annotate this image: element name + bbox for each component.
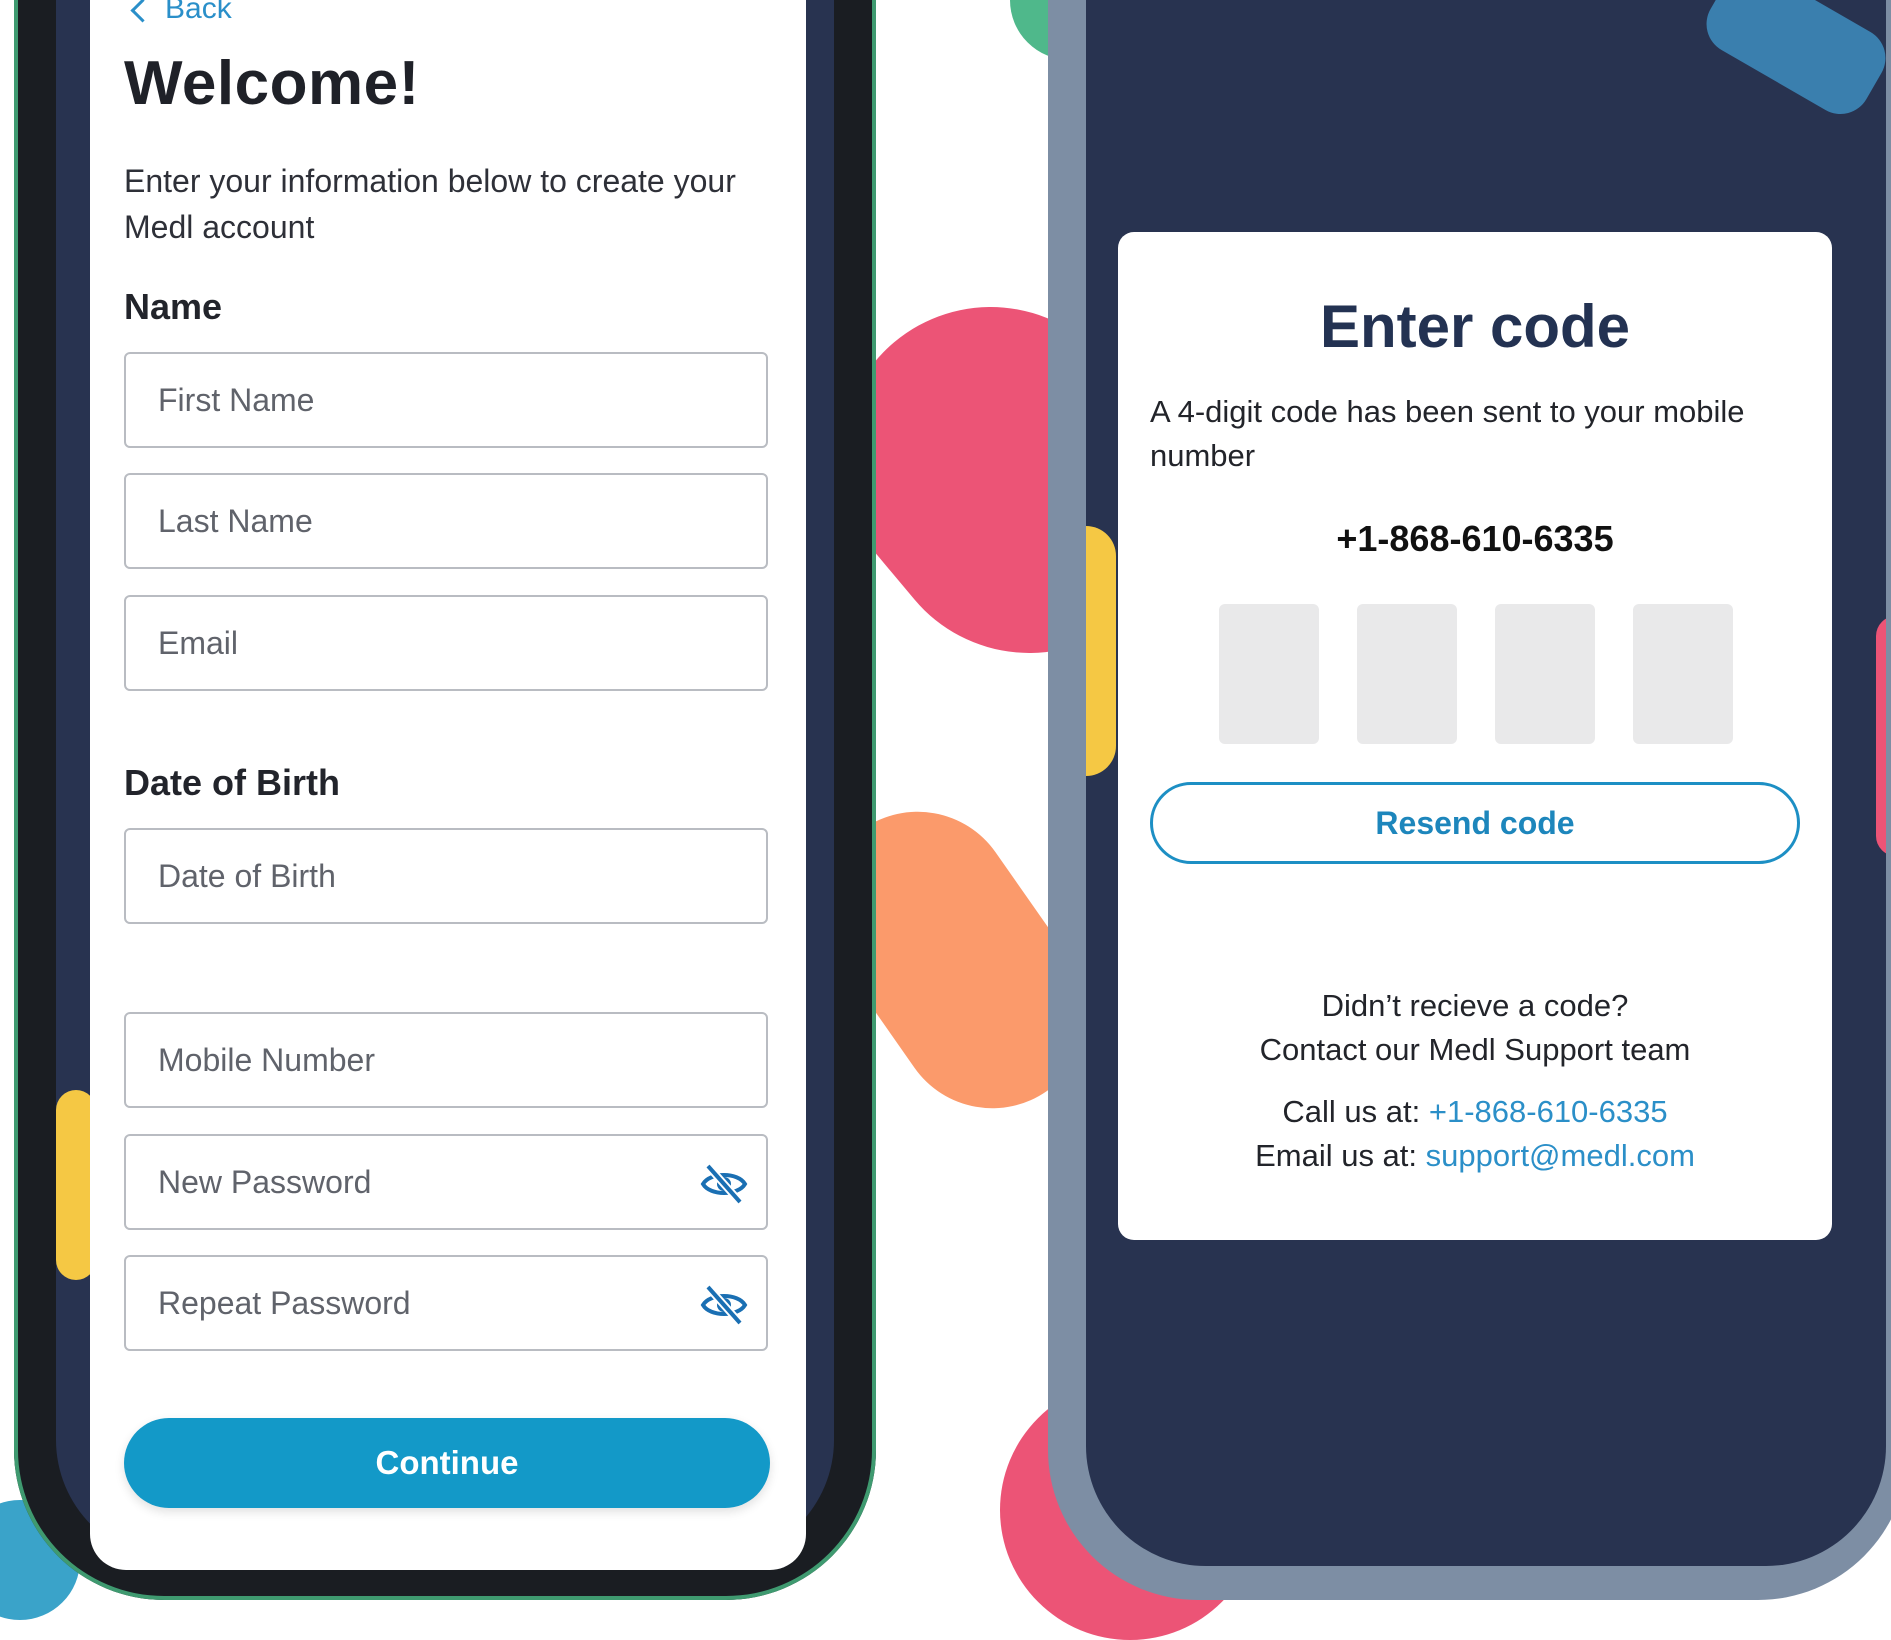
repeat-password-placeholder: Repeat Password xyxy=(158,1284,411,1321)
continue-button[interactable]: Continue xyxy=(124,1418,770,1508)
page-title: Welcome! xyxy=(124,49,420,118)
call-line: Call us at: +1-868-610-6335 xyxy=(1118,1094,1832,1130)
dob-field[interactable]: Date of Birth xyxy=(124,828,768,924)
email-prefix: Email us at: xyxy=(1255,1138,1418,1173)
decorative-pink-sliver xyxy=(1876,616,1886,856)
resend-code-button[interactable]: Resend code xyxy=(1150,782,1800,864)
help-question: Didn’t recieve a code? xyxy=(1321,988,1629,1023)
name-section-label: Name xyxy=(124,286,223,327)
code-digit-input-2[interactable] xyxy=(1357,604,1457,744)
help-contact-team: Contact our Medl Support team xyxy=(1259,1032,1691,1067)
code-digit-input-3[interactable] xyxy=(1495,604,1595,744)
eye-slash-icon[interactable] xyxy=(700,1162,748,1206)
last-name-field[interactable]: Last Name xyxy=(124,473,768,569)
email-field[interactable]: Email xyxy=(124,595,768,691)
first-name-field[interactable]: First Name xyxy=(124,352,768,448)
back-label: Back xyxy=(165,0,232,25)
email-line: Email us at: support@medl.com xyxy=(1118,1138,1832,1174)
repeat-password-field[interactable]: Repeat Password xyxy=(124,1255,768,1351)
new-password-field[interactable]: New Password xyxy=(124,1134,768,1230)
dob-section-label: Date of Birth xyxy=(124,762,340,803)
decorative-yellow-sliver xyxy=(1086,526,1116,776)
back-link[interactable]: Back xyxy=(130,0,232,26)
eye-slash-icon[interactable] xyxy=(700,1283,748,1327)
code-digit-input-4[interactable] xyxy=(1633,604,1733,744)
call-prefix: Call us at: xyxy=(1282,1094,1421,1129)
call-number-link[interactable]: +1-868-610-6335 xyxy=(1429,1094,1668,1129)
code-digit-input-1[interactable] xyxy=(1219,604,1319,744)
intro-text: Enter your information below to create y… xyxy=(124,163,736,245)
new-password-placeholder: New Password xyxy=(158,1163,372,1200)
verification-description: A 4-digit code has been sent to your mob… xyxy=(1150,394,1745,473)
verification-title: Enter code xyxy=(1319,293,1631,360)
phone-number: +1-868-610-6335 xyxy=(1336,518,1614,559)
verification-card: Enter code A 4-digit code has been sent … xyxy=(1118,232,1832,1240)
email-link[interactable]: support@medl.com xyxy=(1426,1138,1695,1173)
decorative-blue-sliver xyxy=(1695,0,1886,125)
mobile-number-field[interactable]: Mobile Number xyxy=(124,1012,768,1108)
chevron-left-icon xyxy=(130,0,155,23)
